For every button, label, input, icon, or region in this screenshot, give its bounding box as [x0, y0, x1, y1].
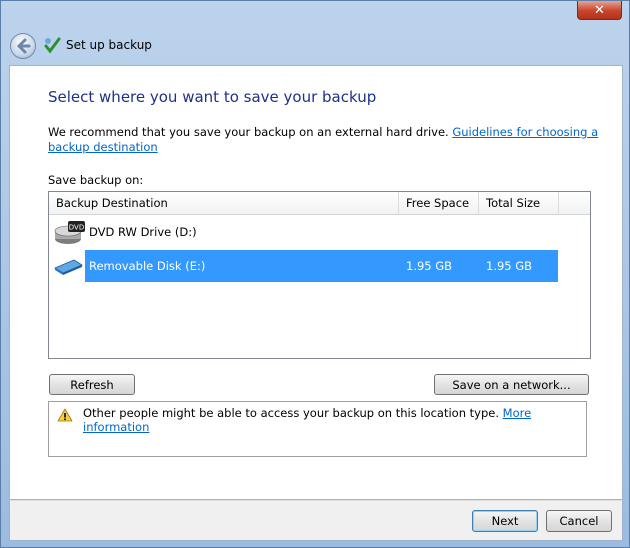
column-header-destination[interactable]: Backup Destination: [49, 192, 399, 214]
recommendation-label: We recommend that you save your backup o…: [48, 125, 453, 139]
warning-message: Other people might be able to access you…: [83, 406, 586, 434]
warning-text: Other people might be able to access you…: [83, 406, 503, 420]
next-button[interactable]: Next: [472, 510, 538, 532]
back-arrow-icon: [17, 38, 31, 54]
save-on-network-button[interactable]: Save on a network...: [434, 374, 589, 395]
close-button[interactable]: ✕: [577, 1, 622, 20]
dvd-drive-icon: DVD: [54, 221, 85, 244]
page-heading: Select where you want to save your backu…: [48, 88, 377, 106]
row-destination-name: DVD RW Drive (D:): [89, 225, 197, 239]
wizard-content: Select where you want to save your backu…: [9, 65, 623, 500]
backup-window: ✕ Set up backup Select where you want to…: [0, 0, 630, 548]
list-row-removable[interactable]: Removable Disk (E:) 1.95 GB 1.95 GB: [49, 250, 590, 282]
warning-panel: Other people might be able to access you…: [48, 401, 587, 457]
window-title: Set up backup: [66, 38, 152, 52]
svg-text:DVD: DVD: [69, 224, 84, 232]
list-header: Backup Destination Free Space Total Size: [49, 192, 590, 215]
column-header-total-size[interactable]: Total Size: [479, 192, 559, 214]
cancel-button[interactable]: Cancel: [546, 510, 612, 532]
recommendation-text: We recommend that you save your backup o…: [48, 125, 608, 155]
back-button[interactable]: [10, 33, 36, 59]
column-header-free-space[interactable]: Free Space: [399, 192, 479, 214]
list-row-dvd[interactable]: DVD DVD RW Drive (D:): [49, 216, 590, 248]
wizard-footer: Next Cancel: [9, 500, 623, 541]
save-on-label: Save backup on:: [48, 173, 144, 187]
row-destination-name: Removable Disk (E:): [89, 259, 206, 273]
backup-wizard-icon: [44, 37, 61, 54]
row-free-space: 1.95 GB: [406, 259, 453, 273]
close-icon: ✕: [594, 2, 605, 18]
refresh-button[interactable]: Refresh: [49, 374, 135, 395]
warning-icon: [57, 408, 73, 422]
removable-disk-icon: [54, 259, 83, 275]
destination-list[interactable]: Backup Destination Free Space Total Size…: [48, 191, 591, 359]
row-total-size: 1.95 GB: [486, 259, 533, 273]
